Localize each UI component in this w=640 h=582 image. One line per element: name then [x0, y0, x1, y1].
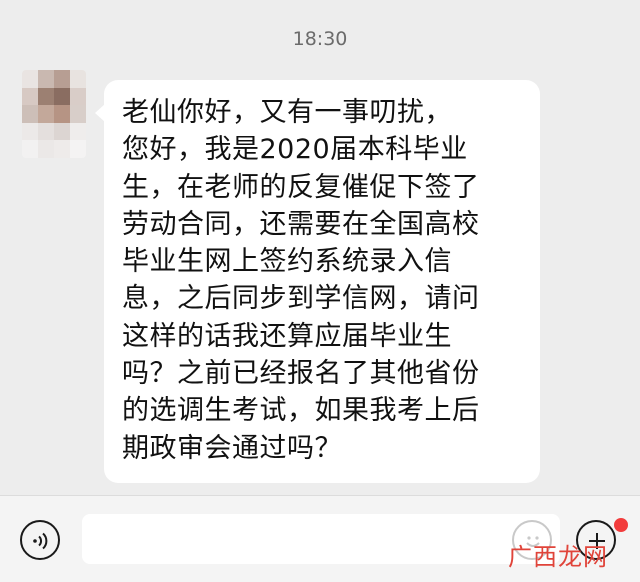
message-line: 这样的话我还算应届毕业生: [122, 320, 452, 352]
message-line: 的选调生考试，如果我考上后: [122, 395, 480, 427]
sender-avatar[interactable]: [22, 70, 86, 158]
message-line: 劳动合同，还需要在全国高校: [122, 208, 480, 240]
message-line: 老仙你好，又有一事叨扰，: [122, 97, 452, 128]
message-line: 毕业生网上签约系统录入信: [122, 246, 452, 278]
message-line: 吗？之前已经报名了其他省份: [122, 358, 480, 390]
voice-button[interactable]: [20, 520, 60, 560]
voice-icon: [33, 532, 48, 550]
message-line: 息，之后同步到学信网，请问: [122, 283, 480, 315]
watermark-logo: 广西龙网: [508, 543, 608, 571]
message-timestamp: 18:30: [292, 28, 348, 50]
notification-dot: [612, 516, 630, 534]
message-input[interactable]: [82, 514, 560, 564]
message-line: 期政审会通过吗？: [122, 432, 342, 464]
message-line: 生，在老师的反复催促下签了: [122, 171, 480, 203]
message-line: 您好，我是2020届本科毕业: [122, 134, 468, 166]
message-bubble[interactable]: 老仙你好，又有一事叨扰， 您好，我是2020届本科毕业 生，在老师的反复催促下签…: [95, 80, 540, 483]
